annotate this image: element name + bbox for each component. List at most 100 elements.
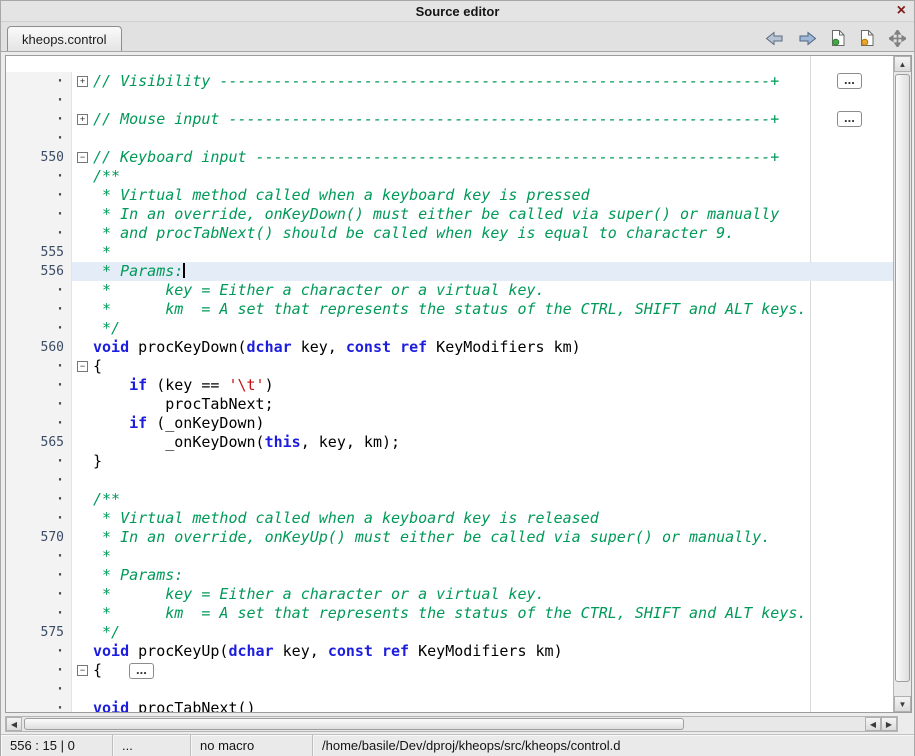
scroll-left-secondary-icon[interactable]: ◀ [865, 717, 881, 731]
code-editor[interactable]: ·+// Visibility ------------------------… [6, 56, 893, 712]
new-document-icon[interactable] [831, 29, 846, 47]
line-number: · [6, 547, 72, 566]
code-line[interactable]: ·−{ [6, 357, 893, 376]
go-forward-icon[interactable] [798, 31, 817, 46]
code-line[interactable]: ·/** [6, 167, 893, 186]
code-line[interactable]: ·+// Visibility ------------------------… [6, 72, 893, 91]
code-line[interactable]: ·void procKeyUp(dchar key, const ref Key… [6, 642, 893, 661]
code-text: * and procTabNext() should be called whe… [93, 224, 893, 243]
line-number: · [6, 509, 72, 528]
code-line[interactable]: · * Virtual method called when a keyboar… [6, 509, 893, 528]
fold-collapse-icon[interactable]: − [77, 361, 88, 372]
fold-gutter [72, 395, 93, 414]
scroll-down-icon[interactable]: ▼ [894, 696, 911, 712]
fold-gutter [72, 300, 93, 319]
code-line[interactable]: · */ [6, 319, 893, 338]
fold-gutter: + [72, 72, 93, 91]
vertical-scroll-track[interactable] [894, 72, 911, 696]
code-line[interactable]: · * In an override, onKeyDown() must eit… [6, 205, 893, 224]
scroll-left-icon[interactable]: ◀ [6, 717, 22, 731]
fold-gutter [72, 490, 93, 509]
line-number: · [6, 72, 72, 91]
code-line[interactable]: ·void procTabNext() [6, 699, 893, 712]
window-titlebar: Source editor × [1, 1, 914, 22]
detach-editor-icon[interactable] [889, 30, 906, 47]
fold-gutter [72, 680, 93, 699]
code-line[interactable]: · [6, 680, 893, 699]
vertical-scrollbar[interactable]: ▲ ▼ [893, 56, 911, 712]
code-line[interactable]: · * key = Either a character or a virtua… [6, 585, 893, 604]
editor-workspace: ·+// Visibility ------------------------… [5, 55, 912, 713]
line-number: · [6, 281, 72, 300]
fold-expand-icon[interactable]: + [77, 114, 88, 125]
fold-gutter [72, 585, 93, 604]
code-text: /** [93, 167, 893, 186]
code-line[interactable]: · * km = A set that represents the statu… [6, 300, 893, 319]
code-line[interactable]: · procTabNext; [6, 395, 893, 414]
scroll-right-icon[interactable]: ▶ [881, 717, 897, 731]
horizontal-scroll-track[interactable] [22, 717, 865, 731]
code-text: if (_onKeyDown) [93, 414, 893, 433]
code-line[interactable]: 565 _onKeyDown(this, key, km); [6, 433, 893, 452]
code-text: * km = A set that represents the status … [93, 300, 893, 319]
code-line[interactable]: · * Virtual method called when a keyboar… [6, 186, 893, 205]
folded-block-ellipsis[interactable]: ... [129, 663, 154, 679]
code-line[interactable]: ·+// Mouse input -----------------------… [6, 110, 893, 129]
scroll-up-icon[interactable]: ▲ [894, 56, 911, 72]
code-line[interactable]: 570 * In an override, onKeyUp() must eit… [6, 528, 893, 547]
code-line[interactable]: · [6, 471, 893, 490]
line-number: · [6, 585, 72, 604]
code-line[interactable]: · * Params: [6, 566, 893, 585]
tab-kheops-control[interactable]: kheops.control [7, 26, 122, 51]
close-icon[interactable]: × [897, 1, 906, 21]
code-line[interactable]: · * km = A set that represents the statu… [6, 604, 893, 623]
code-line[interactable]: ·/** [6, 490, 893, 509]
line-number: · [6, 357, 72, 376]
folded-block-ellipsis[interactable]: ... [837, 73, 862, 89]
code-line[interactable]: · if (key == '\t') [6, 376, 893, 395]
code-line-current[interactable]: 556 * Params: [6, 262, 893, 281]
horizontal-scrollbar[interactable]: ◀ ◀ ▶ [5, 716, 898, 732]
code-line[interactable]: · * [6, 547, 893, 566]
line-number: · [6, 414, 72, 433]
fold-gutter [72, 91, 93, 110]
scrollbar-corner [898, 716, 912, 732]
code-text: * key = Either a character or a virtual … [93, 585, 893, 604]
code-text [93, 471, 893, 490]
line-number: 575 [6, 623, 72, 642]
line-number: · [6, 395, 72, 414]
horizontal-scroll-thumb[interactable] [24, 718, 684, 730]
status-file-path: /home/basile/Dev/dproj/kheops/src/kheops… [313, 735, 914, 756]
code-text: /** [93, 490, 893, 509]
fold-gutter [72, 566, 93, 585]
save-document-icon[interactable] [860, 29, 875, 47]
code-line[interactable]: 550−// Keyboard input ------------------… [6, 148, 893, 167]
fold-collapse-icon[interactable]: − [77, 152, 88, 163]
go-back-icon[interactable] [765, 31, 784, 46]
code-line[interactable]: ·−{... [6, 661, 893, 680]
code-line[interactable]: · * and procTabNext() should be called w… [6, 224, 893, 243]
fold-collapse-icon[interactable]: − [77, 665, 88, 676]
code-text: void procTabNext() [93, 699, 893, 712]
line-number: · [6, 452, 72, 471]
fold-gutter [72, 528, 93, 547]
code-line[interactable]: · * key = Either a character or a virtua… [6, 281, 893, 300]
window-title: Source editor [416, 4, 500, 19]
vertical-scroll-thumb[interactable] [895, 74, 910, 682]
folded-block-ellipsis[interactable]: ... [837, 111, 862, 127]
code-line[interactable]: ·} [6, 452, 893, 471]
status-bar: 556 : 15 | 0 ... no macro /home/basile/D… [1, 734, 914, 756]
tab-bar: kheops.control [1, 22, 914, 52]
code-rows: ·+// Visibility ------------------------… [6, 56, 893, 712]
fold-gutter [72, 414, 93, 433]
code-line[interactable]: · if (_onKeyDown) [6, 414, 893, 433]
code-line[interactable]: · [6, 91, 893, 110]
code-line[interactable]: 575 */ [6, 623, 893, 642]
line-number: 565 [6, 433, 72, 452]
fold-gutter: − [72, 357, 93, 376]
fold-gutter: − [72, 661, 93, 680]
code-line[interactable]: 560void procKeyDown(dchar key, const ref… [6, 338, 893, 357]
code-line[interactable]: · [6, 129, 893, 148]
code-line[interactable]: 555 * [6, 243, 893, 262]
fold-expand-icon[interactable]: + [77, 76, 88, 87]
